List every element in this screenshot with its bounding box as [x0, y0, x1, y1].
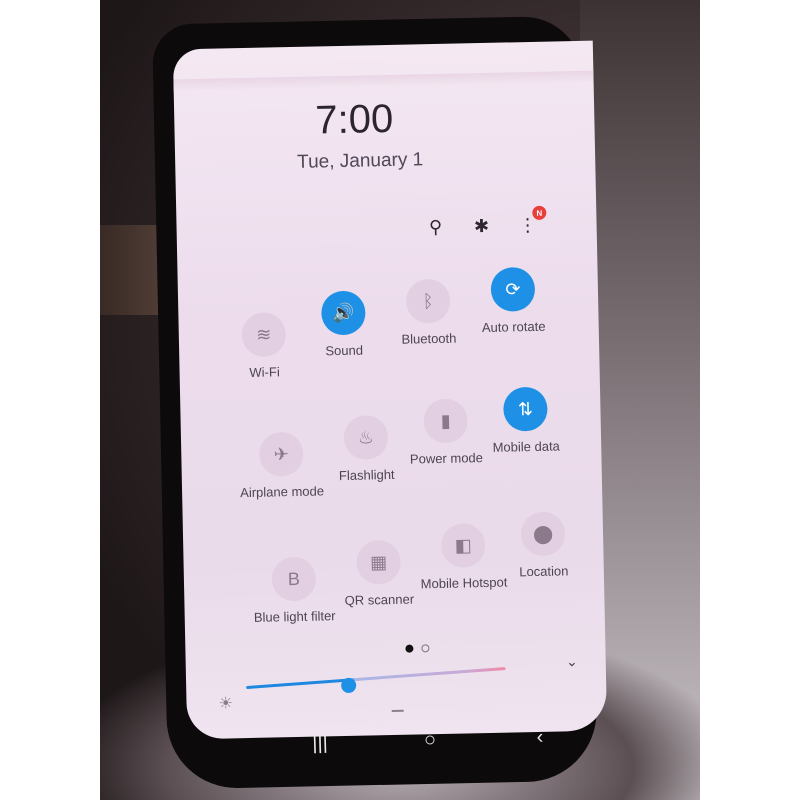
tile-label: QR scanner: [344, 591, 415, 608]
notification-badge: N: [532, 205, 547, 220]
navigation-bar: ||| ○ ‹: [300, 717, 561, 764]
wifi-icon[interactable]: ≋: [241, 312, 287, 358]
tile-label: Auto rotate: [481, 318, 546, 336]
more-options-icon[interactable]: ⋮ N: [516, 205, 547, 236]
tile-blue-light-filter[interactable]: B Blue light filter: [248, 556, 339, 625]
brightness-slider[interactable]: [246, 667, 506, 690]
clock: 7:00: [314, 96, 394, 143]
battery-icon[interactable]: ▮: [423, 398, 469, 444]
tile-bluetooth[interactable]: ᛒ Bluetooth: [383, 278, 474, 347]
hotspot-icon[interactable]: ◧: [440, 523, 486, 568]
qr-icon[interactable]: ▦: [356, 539, 402, 585]
tile-mobile-hotspot[interactable]: ◧ Mobile Hotspot: [418, 523, 509, 592]
quick-settings-grid: ≋ Wi-Fi 🔊 Sound ᛒ Bluetooth ⟳ Auto rotate ✈ Airpl…: [218, 266, 569, 625]
location-icon[interactable]: ⬤: [520, 511, 566, 557]
panel-toolbar: ⚲ ✱ ⋮ N: [424, 205, 547, 238]
flashlight-icon[interactable]: ♨: [343, 415, 389, 460]
tile-label: Airplane mode: [240, 483, 325, 501]
tile-sound[interactable]: 🔊 Sound: [298, 290, 389, 359]
page-dot-2[interactable]: [421, 644, 430, 653]
drag-handle[interactable]: [391, 709, 404, 713]
gear-icon[interactable]: ✱: [470, 215, 492, 237]
blue-light-icon[interactable]: B: [271, 556, 317, 602]
bluetooth-icon[interactable]: ᛒ: [405, 278, 451, 324]
brightness-slider-thumb[interactable]: [341, 677, 357, 694]
tile-label: Blue light filter: [253, 608, 336, 625]
tile-airplane-mode[interactable]: ✈ Airplane mode: [236, 431, 327, 500]
tile-location[interactable]: ⬤ Location: [498, 511, 589, 580]
auto-rotate-icon[interactable]: ⟳: [490, 266, 536, 312]
airplane-icon[interactable]: ✈: [258, 431, 304, 477]
page-dot-1[interactable]: [405, 644, 414, 653]
tile-label: Sound: [325, 342, 364, 359]
date: Tue, January 1: [296, 149, 424, 173]
home-button[interactable]: ○: [410, 728, 451, 752]
recents-button[interactable]: |||: [300, 731, 341, 755]
status-band: [173, 70, 594, 92]
back-button[interactable]: ‹: [520, 725, 561, 749]
tile-qr-scanner[interactable]: ▦ QR scanner: [333, 539, 424, 608]
tile-label: Wi-Fi: [249, 364, 280, 380]
tile-label: Flashlight: [338, 466, 395, 484]
brightness-icon: ☀: [218, 695, 234, 713]
tile-wi-fi[interactable]: ≋ Wi-Fi: [218, 312, 309, 381]
tile-label: Location: [519, 563, 569, 580]
tile-label: Mobile Hotspot: [420, 574, 508, 592]
search-icon[interactable]: ⚲: [424, 216, 446, 238]
phone-screen: 7:00 Tue, January 1 ⚲ ✱ ⋮ N ≋ Wi-Fi 🔊 Sound…: [172, 40, 608, 740]
page-indicator: [405, 644, 430, 653]
tile-auto-rotate[interactable]: ⟳ Auto rotate: [467, 266, 558, 335]
sound-icon[interactable]: 🔊: [320, 290, 366, 336]
tile-label: Power mode: [409, 450, 484, 467]
tile-flashlight[interactable]: ♨ Flashlight: [321, 415, 412, 484]
chevron-down-icon[interactable]: ⌄: [566, 653, 578, 670]
tile-label: Mobile data: [492, 438, 560, 455]
mobile-data-icon[interactable]: ⇅: [502, 386, 548, 432]
tile-label: Bluetooth: [401, 330, 457, 347]
tile-power-mode[interactable]: ▮ Power mode: [400, 398, 491, 467]
tile-mobile-data[interactable]: ⇅ Mobile data: [480, 386, 571, 455]
